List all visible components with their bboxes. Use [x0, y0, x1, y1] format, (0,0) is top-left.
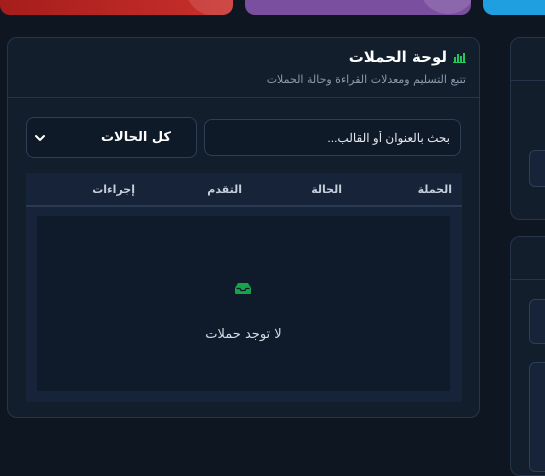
panel-header: لوحة الحملات تتبع التسليم ومعدلات القراء… [8, 38, 479, 98]
decorative-bubble [185, 0, 233, 15]
side-field[interactable] [529, 150, 545, 187]
decorative-bubble [419, 0, 471, 14]
inbox-icon [235, 283, 251, 294]
side-box [529, 362, 545, 472]
column-header-campaign[interactable]: الحملة [418, 183, 452, 196]
page-subtitle: تتبع التسليم ومعدلات القراءة وحالة الحمل… [266, 73, 466, 86]
filters-bar: كل الحالات [26, 117, 461, 158]
stat-card-purple [245, 0, 471, 15]
empty-state-text: لا توجد حملات [205, 327, 282, 342]
stat-card-blue [483, 0, 545, 15]
bar-chart-icon [453, 52, 466, 63]
column-header-status[interactable]: الحالة [311, 183, 342, 196]
status-filter-value: كل الحالات [100, 130, 171, 145]
column-header-actions: إجراءات [92, 183, 135, 196]
search-input[interactable] [204, 119, 461, 156]
page-title: لوحة الحملات [348, 48, 447, 66]
side-panel-bottom [510, 236, 545, 476]
column-header-progress[interactable]: التقدم [207, 183, 242, 196]
chevron-down-icon [35, 134, 45, 141]
status-filter-select[interactable]: كل الحالات [26, 117, 197, 158]
side-panel-top [510, 37, 545, 220]
side-divider [511, 80, 545, 81]
side-field[interactable] [529, 299, 545, 344]
title-row: لوحة الحملات [21, 46, 466, 68]
stat-card-red [0, 0, 233, 15]
campaigns-panel: لوحة الحملات تتبع التسليم ومعدلات القراء… [7, 37, 480, 418]
table-header: الحملة الحالة التقدم إجراءات [26, 173, 462, 207]
campaigns-table: الحملة الحالة التقدم إجراءات لا توجد حمل… [26, 173, 462, 402]
side-divider [511, 279, 545, 280]
empty-state: لا توجد حملات [37, 216, 450, 391]
